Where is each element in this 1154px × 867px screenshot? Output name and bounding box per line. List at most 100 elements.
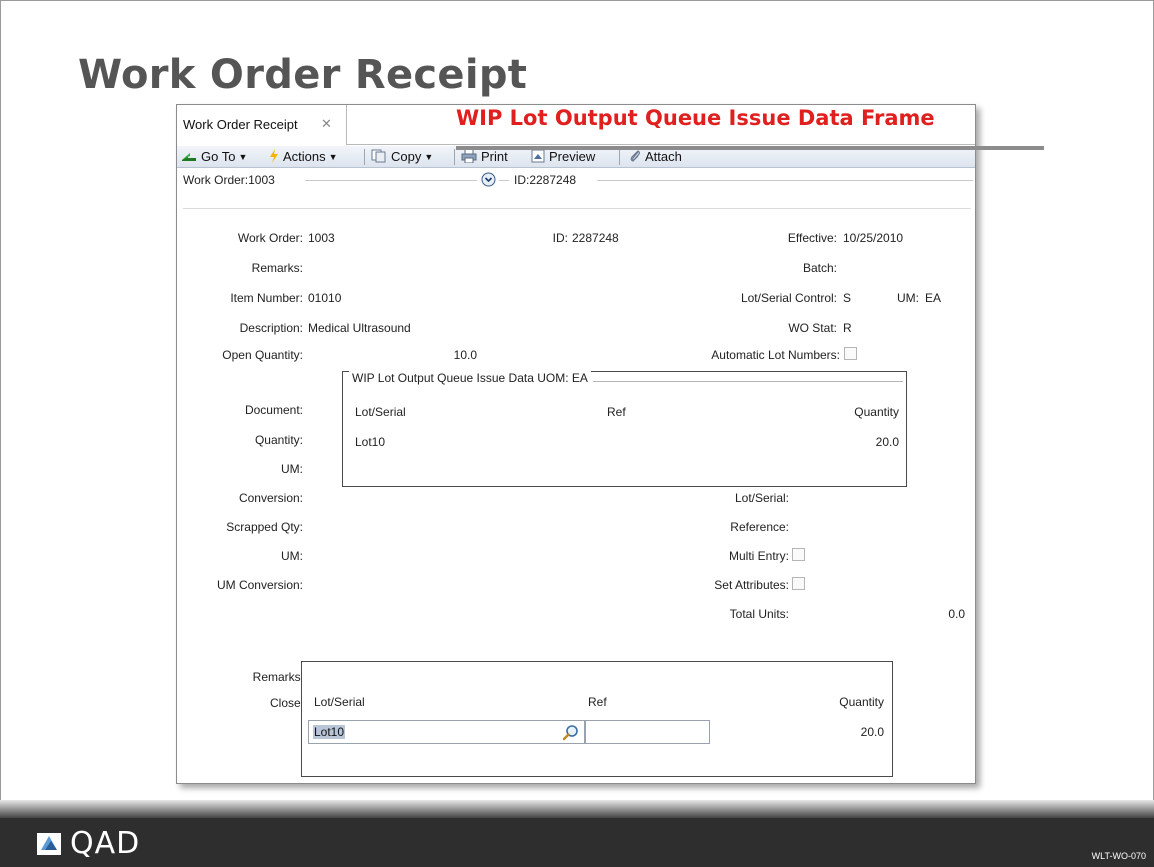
um-label: UM: [897, 291, 919, 305]
tab-work-order-receipt[interactable]: Work Order Receipt ✕ [177, 105, 347, 145]
lot-serial-control-value: S [843, 291, 852, 305]
batch-label: Batch: [802, 261, 837, 275]
id-label: ID: [552, 231, 568, 245]
item-number-value: 01010 [308, 291, 342, 305]
table-row[interactable]: Lot10 20.0 [343, 430, 906, 450]
lot-serial-input-value: Lot10 [313, 725, 346, 739]
wo-stat-value: R [843, 321, 852, 335]
frame-header-work-order: Work Order:1003 [183, 173, 275, 187]
document-label: Document: [244, 403, 303, 417]
preview-label: Preview [549, 149, 596, 164]
tab-label: Work Order Receipt [183, 117, 298, 132]
legend-rule [593, 381, 903, 382]
open-quantity-label: Open Quantity: [222, 348, 303, 362]
set-attributes-label: Set Attributes: [714, 578, 789, 592]
footer-gradient [0, 800, 1154, 818]
wip-row-quantity: 20.0 [875, 435, 899, 449]
printer-icon [461, 149, 477, 163]
toolbar-separator [364, 149, 365, 165]
frame-header-id: ID:2287248 [514, 173, 577, 187]
goto-button[interactable]: Go To ▼ [181, 149, 247, 164]
slide: Work Order Receipt Work Order Receipt ✕ … [0, 0, 1154, 867]
wip-lot-output-queue-frame: WIP Lot Output Queue Issue Data UOM: EA … [342, 371, 907, 487]
lot-serial-input[interactable]: Lot10 [308, 720, 585, 744]
header-rule [499, 180, 509, 181]
lot-serial-control-label: Lot/Serial Control: [740, 291, 837, 305]
entry-quantity-value[interactable]: 20.0 [861, 725, 884, 739]
print-button[interactable]: Print [461, 149, 508, 164]
collapse-toggle-icon[interactable] [481, 172, 496, 187]
remarks-label: Remarks: [251, 261, 303, 275]
um-label-2: UM: [281, 462, 303, 476]
copy-icon [371, 149, 386, 163]
header-rule [597, 180, 973, 181]
actions-label: Actions [283, 149, 326, 164]
close-label: Close: [269, 696, 304, 710]
wip-frame-legend: WIP Lot Output Queue Issue Data UOM: EA [349, 371, 591, 385]
quantity-label: Quantity: [254, 433, 303, 447]
chevron-down-icon: ▼ [238, 152, 248, 162]
preview-button[interactable]: Preview [531, 149, 595, 164]
um-value: EA [925, 291, 942, 305]
description-label: Description: [239, 321, 303, 335]
work-order-value: 1003 [308, 231, 335, 245]
lightning-icon [270, 149, 278, 163]
goto-arrow-icon [182, 153, 196, 161]
wo-stat-label: WO Stat: [788, 321, 837, 335]
um-label-3: UM: [281, 549, 303, 563]
effective-value: 10/25/2010 [843, 231, 904, 245]
copy-button[interactable]: Copy ▼ [371, 149, 433, 164]
total-units-label: Total Units: [729, 607, 789, 621]
actions-button[interactable]: Actions ▼ [269, 149, 338, 164]
effective-label: Effective: [787, 231, 837, 245]
chevron-down-icon: ▼ [424, 152, 434, 162]
callout-underline [456, 146, 1044, 150]
entry-col-quantity: Quantity [839, 695, 884, 709]
ref-input[interactable] [585, 720, 710, 744]
callout-title: WIP Lot Output Queue Issue Data Frame [456, 106, 935, 130]
preview-icon [531, 149, 545, 163]
toolbar-separator [619, 149, 620, 165]
conversion-label: Conversion: [238, 491, 303, 505]
um-conversion-label: UM Conversion: [216, 578, 303, 592]
reference-label: Reference: [730, 520, 789, 534]
footer-bar [0, 800, 1154, 867]
goto-label: Go To [201, 149, 236, 164]
work-order-label: Work Order: [237, 231, 303, 245]
lot-serial-entry-frame: Lot/Serial Ref Quantity Lot10 20.0 [301, 661, 893, 777]
copy-label: Copy [391, 149, 422, 164]
scrapped-qty-label: Scrapped Qty: [226, 520, 303, 534]
entry-col-lot-serial: Lot/Serial [314, 695, 365, 709]
lot-serial-label: Lot/Serial: [734, 491, 789, 505]
print-label: Print [481, 149, 508, 164]
toolbar-separator [454, 149, 455, 165]
paperclip-icon [630, 150, 640, 162]
attach-button[interactable]: Attach [629, 149, 682, 164]
close-icon[interactable]: ✕ [321, 116, 332, 132]
open-quantity-value: 10.0 [453, 348, 477, 362]
remarks-label-2: Remarks: [252, 670, 304, 684]
entry-col-ref: Ref [588, 695, 607, 709]
set-attributes-checkbox[interactable] [792, 577, 805, 590]
total-units-value: 0.0 [948, 607, 965, 621]
divider [183, 208, 971, 209]
wip-col-lot-serial: Lot/Serial [355, 405, 406, 419]
description-value: Medical Ultrasound [308, 321, 411, 335]
chevron-down-icon: ▼ [328, 152, 338, 162]
qad-logo-text: QAD [70, 826, 141, 861]
slide-title: Work Order Receipt [78, 52, 528, 98]
wip-col-quantity: Quantity [854, 405, 899, 419]
slide-code: WLT-WO-070 [1091, 851, 1146, 861]
item-number-label: Item Number: [230, 291, 303, 305]
wip-row-lot: Lot10 [355, 435, 386, 449]
multi-entry-checkbox[interactable] [792, 548, 805, 561]
search-icon[interactable] [562, 724, 579, 741]
frame-header: Work Order:1003 ID:2287248 [177, 169, 975, 191]
qad-logo-icon [37, 833, 61, 855]
automatic-lot-numbers-checkbox[interactable] [844, 347, 857, 360]
app-window: Work Order Receipt ✕ Go To ▼ Actions ▼ Cop… [176, 104, 976, 784]
attach-label: Attach [645, 149, 682, 164]
multi-entry-label: Multi Entry: [728, 549, 789, 563]
wip-col-ref: Ref [607, 405, 626, 419]
id-value: 2287248 [572, 231, 619, 245]
